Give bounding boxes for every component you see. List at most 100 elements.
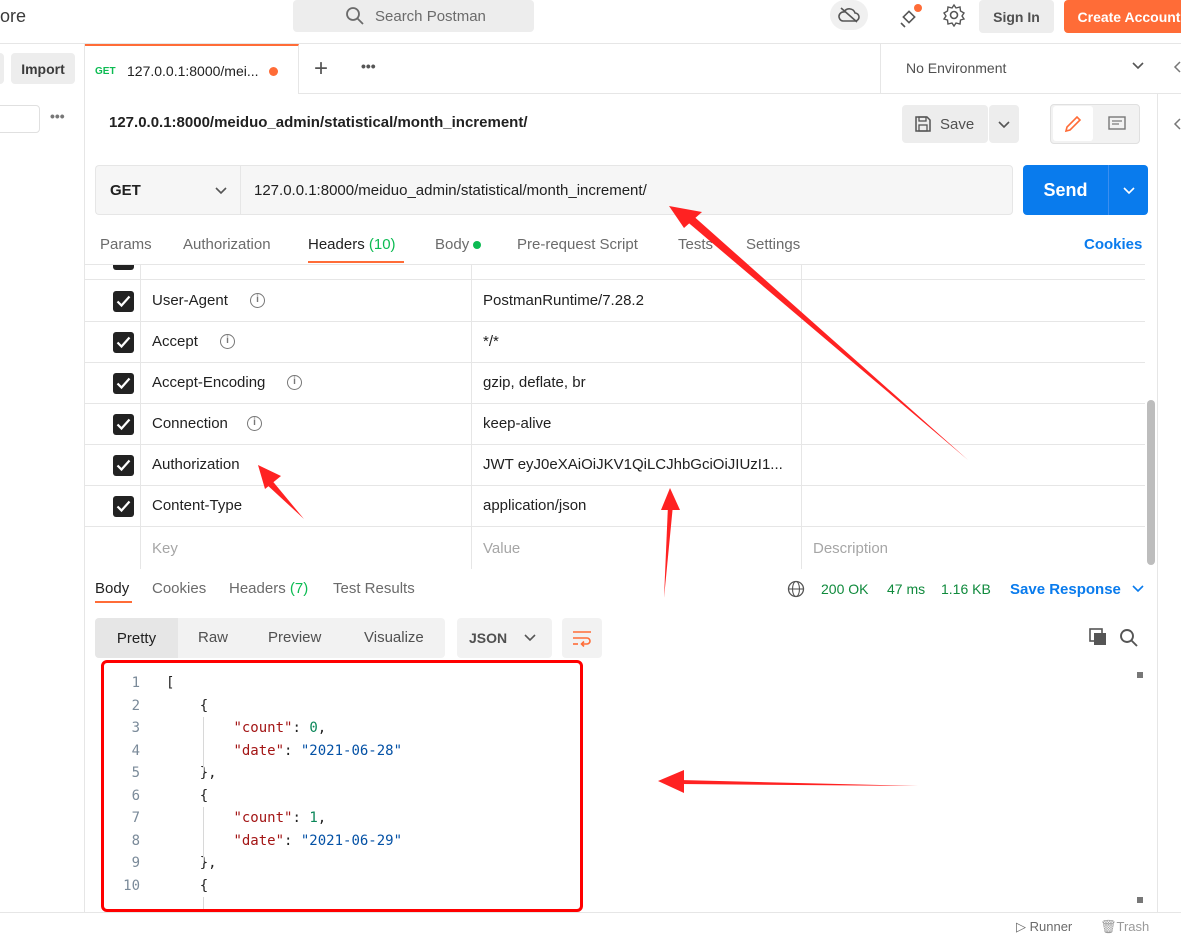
send-options-button[interactable] [1108,165,1148,215]
sign-in-button[interactable]: Sign In [979,0,1054,33]
runner-button[interactable]: ▷ Runner [1016,919,1072,935]
new-button-partial[interactable] [0,53,4,84]
save-options-button[interactable] [989,105,1019,143]
tab-authorization[interactable]: Authorization [183,236,271,253]
view-visualize[interactable]: Visualize [364,629,424,646]
save-label: Save [940,115,975,133]
header-key[interactable]: Content-Type [152,497,242,514]
chevron-down-icon [1122,187,1135,195]
cookies-link[interactable]: Cookies [1084,236,1142,253]
globe-icon [787,580,805,598]
search-box[interactable]: Search Postman [293,0,534,32]
sync-status-button[interactable] [830,0,868,30]
send-button[interactable]: Send [1023,165,1108,215]
sidebar: Import ••• [0,44,85,931]
filter-input[interactable] [0,105,40,133]
chevron-down-icon [1132,62,1144,70]
search-icon[interactable] [1119,628,1139,648]
tab-body[interactable]: Body [435,236,482,253]
checkbox[interactable] [113,265,134,270]
header-value[interactable]: */* [483,333,499,350]
response-tab-cookies[interactable]: Cookies [152,580,206,597]
headers-scrollbar[interactable] [1147,400,1155,565]
new-tab-button[interactable]: + [314,55,328,83]
value-placeholder[interactable]: Value [483,540,520,557]
header-checkbox[interactable] [113,291,134,312]
table-row-placeholder: Key Value Description [85,529,1145,569]
import-button[interactable]: Import [11,53,75,84]
trash-label: Trash [1116,919,1150,934]
tab-headers[interactable]: Headers (10) [308,236,396,253]
info-icon[interactable]: i [250,293,265,308]
info-icon[interactable]: i [287,375,302,390]
sidebar-more-button[interactable]: ••• [50,108,65,124]
format-select[interactable]: JSON [457,618,552,658]
header-value[interactable]: PostmanRuntime/7.28.2 [483,292,644,309]
status-bar: ▷ Runner 🗑Trash [0,912,1181,934]
chevron-left-icon[interactable] [1172,117,1181,131]
chevron-left-icon[interactable] [1172,60,1181,74]
environment-select[interactable]: No Environment [880,44,1181,94]
check-icon [116,500,131,513]
tab-pre-request-script[interactable]: Pre-request Script [517,236,638,253]
wrap-lines-button[interactable] [562,618,602,658]
response-tab-headers[interactable]: Headers (7) [229,580,308,597]
header-value[interactable]: JWT eyJ0eXAiOiJKV1QiLCJhbGciOiJIUzI1... [483,456,783,473]
response-size[interactable]: 1.16 KB [941,581,991,597]
scroll-up-arrow[interactable] [1137,672,1143,678]
header-checkbox[interactable] [113,455,134,476]
tab-title: 127.0.0.1:8000/mei... [127,63,259,79]
description-placeholder[interactable]: Description [813,540,888,557]
tab-bar: GET 127.0.0.1:8000/mei... + ••• No Envir… [85,44,1181,94]
chevron-down-icon [215,187,227,195]
save-response-label: Save Response [1010,581,1121,598]
view-raw[interactable]: Raw [198,629,228,646]
header-key[interactable]: Authorization [152,456,240,473]
header-checkbox[interactable] [113,414,134,435]
key-placeholder[interactable]: Key [152,540,178,557]
chevron-down-icon [1132,585,1144,593]
header-key[interactable]: Accept [152,333,198,350]
trash-button[interactable]: 🗑Trash [1100,919,1149,935]
header-checkbox[interactable] [113,332,134,353]
tab-settings[interactable]: Settings [746,236,800,253]
url-input[interactable]: 127.0.0.1:8000/meiduo_admin/statistical/… [240,165,1013,215]
tab-tests[interactable]: Tests [678,236,713,253]
method-select[interactable]: GET [95,165,240,215]
header-value[interactable]: gzip, deflate, br [483,374,586,391]
header-key[interactable]: Accept-Encoding [152,374,265,391]
environment-label: No Environment [906,60,1007,76]
save-button[interactable]: Save [902,105,988,143]
table-row: Accept i */* [85,322,1145,363]
table-row: Authorization JWT eyJ0eXAiOiJKV1QiLCJhbGc… [85,445,1145,486]
create-account-button[interactable]: Create Account [1064,0,1181,33]
status-code[interactable]: 200 OK [821,581,868,597]
view-pretty[interactable]: Pretty [95,618,178,658]
response-time[interactable]: 47 ms [887,581,925,597]
settings-button[interactable] [942,3,966,28]
header-checkbox[interactable] [113,373,134,394]
request-tab[interactable]: GET 127.0.0.1:8000/mei... [85,44,299,94]
header-checkbox[interactable] [113,496,134,517]
view-preview[interactable]: Preview [268,629,321,646]
check-icon [116,295,131,308]
tab-more-button[interactable]: ••• [361,58,376,74]
info-icon[interactable]: i [220,334,235,349]
header-value[interactable]: application/json [483,497,586,514]
edit-mode-button[interactable] [1053,106,1093,141]
response-tab-body[interactable]: Body [95,580,129,597]
satellite-button[interactable] [898,4,924,30]
annotation-box [101,660,583,912]
request-title[interactable]: 127.0.0.1:8000/meiduo_admin/statistical/… [109,114,528,131]
header-key[interactable]: Connection [152,415,228,432]
arrow-to-response [658,770,918,793]
tab-params[interactable]: Params [100,236,152,253]
scroll-down-arrow[interactable] [1137,897,1143,903]
copy-icon[interactable] [1088,627,1108,647]
response-tab-test-results[interactable]: Test Results [333,580,415,597]
header-key[interactable]: User-Agent [152,292,228,309]
info-icon[interactable]: i [247,416,262,431]
documentation-mode-button[interactable] [1097,106,1137,141]
header-value[interactable]: keep-alive [483,415,551,432]
save-response-button[interactable]: Save Response [1010,581,1145,598]
